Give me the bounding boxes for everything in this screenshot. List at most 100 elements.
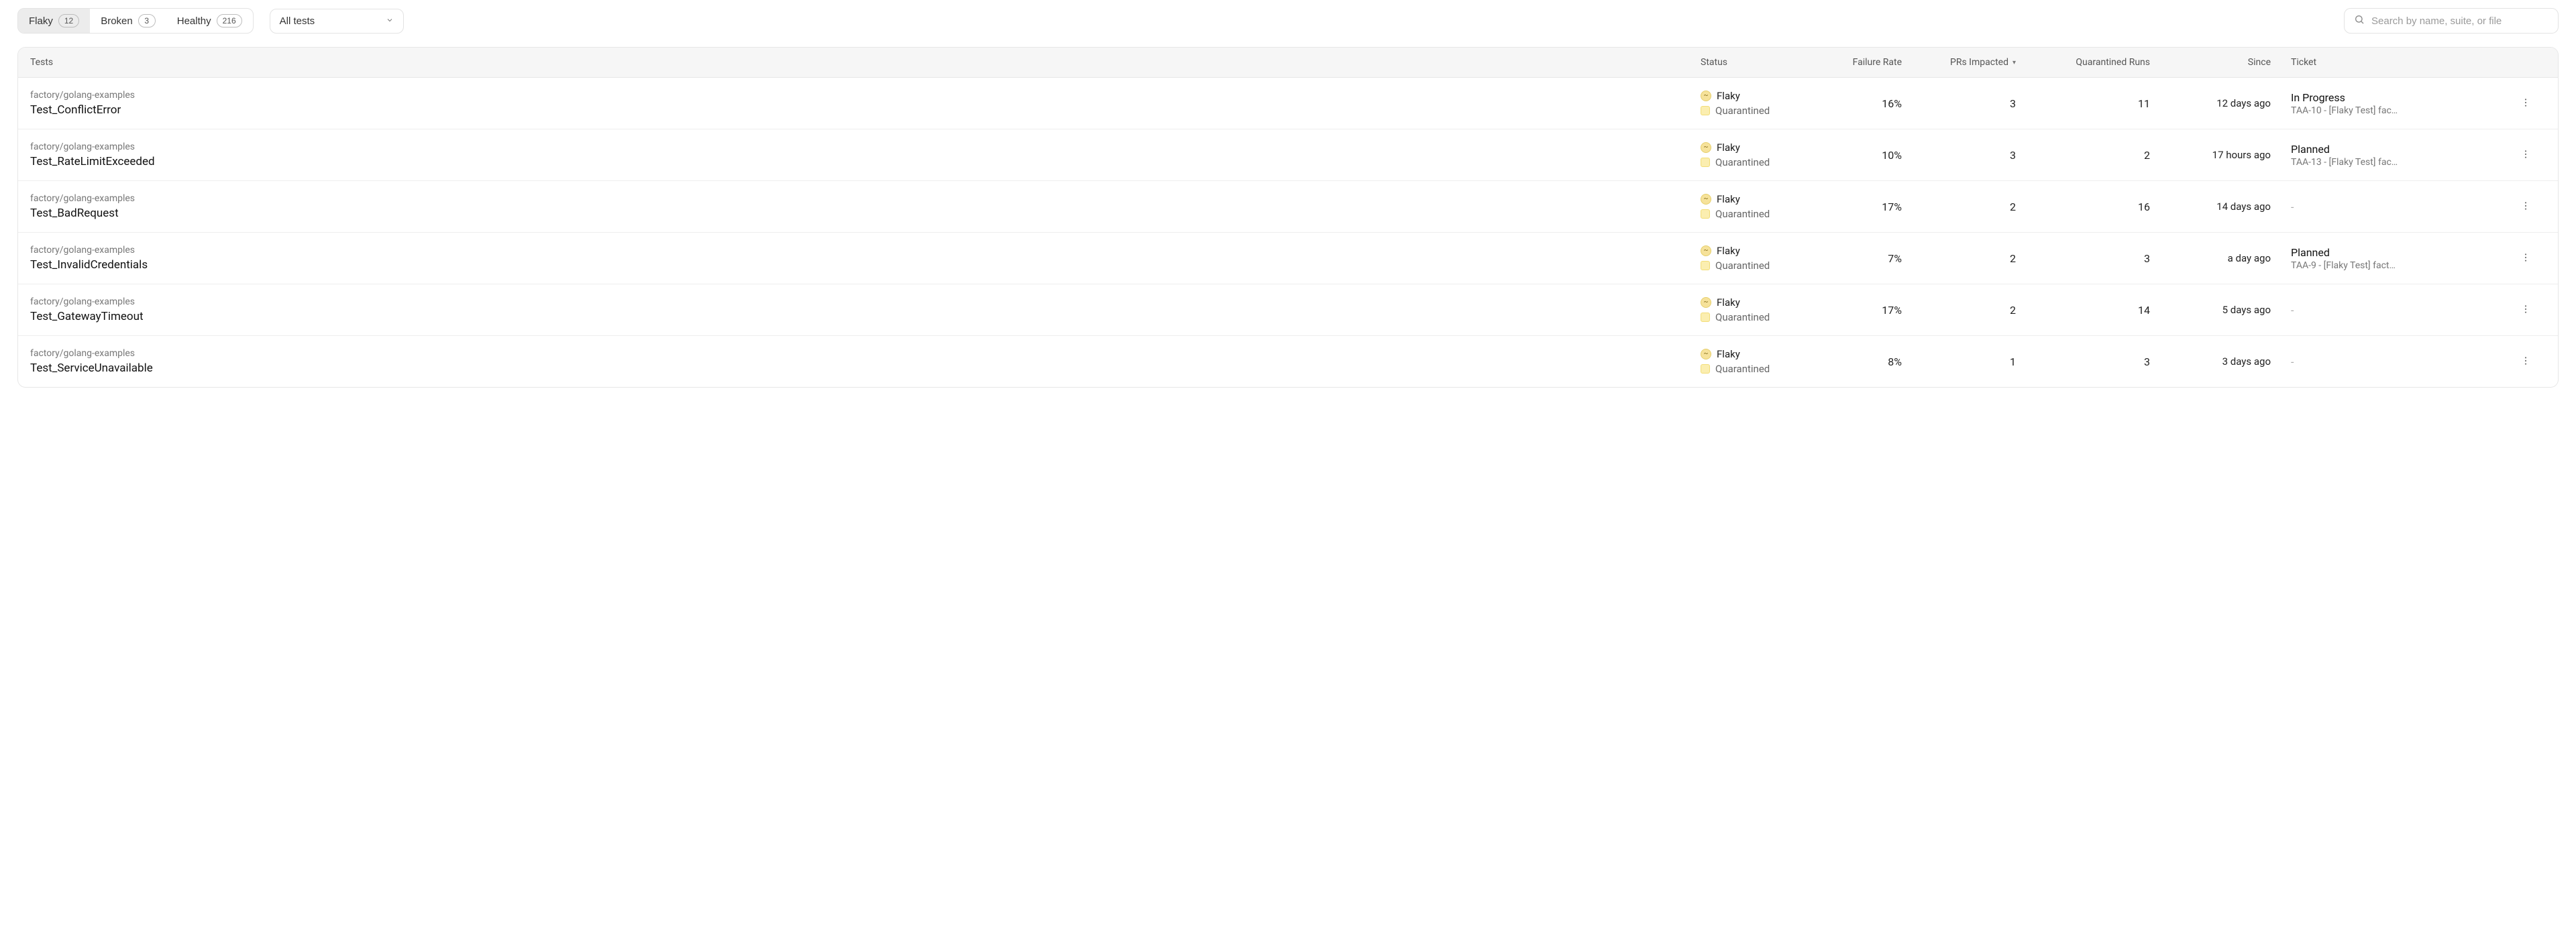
row-actions — [2506, 197, 2546, 217]
prs-impacted-value: 3 — [1922, 149, 2036, 162]
since-value: a day ago — [2170, 252, 2291, 264]
test-path: factory/golang-examples — [30, 142, 1701, 152]
flaky-icon: ~ — [1701, 91, 1711, 101]
test-cell: factory/golang-examplesTest_GatewayTimeo… — [30, 296, 1701, 323]
row-menu-button[interactable] — [2516, 197, 2535, 217]
filter-tab-label: Flaky — [29, 15, 53, 27]
col-quarantined-runs[interactable]: Quarantined Runs — [2036, 57, 2170, 68]
failure-rate-value: 7% — [1821, 252, 1922, 265]
failure-rate-value: 8% — [1821, 355, 1922, 368]
filter-tab-count: 12 — [58, 14, 79, 27]
row-actions — [2506, 93, 2546, 114]
since-value: 14 days ago — [2170, 201, 2291, 213]
quarantined-icon — [1701, 313, 1710, 322]
table-row[interactable]: factory/golang-examplesTest_GatewayTimeo… — [18, 284, 2558, 336]
failure-rate-value: 17% — [1821, 304, 1922, 317]
flaky-icon: ~ — [1701, 349, 1711, 359]
ticket-status: In Progress — [2291, 91, 2506, 104]
search-icon — [2354, 14, 2365, 27]
test-path: factory/golang-examples — [30, 90, 1701, 101]
col-failure-rate[interactable]: Failure Rate — [1821, 57, 1922, 68]
test-name: Test_InvalidCredentials — [30, 258, 1701, 272]
row-menu-button[interactable] — [2516, 145, 2535, 166]
quarantined-icon — [1701, 106, 1710, 115]
ticket-status: Planned — [2291, 246, 2506, 259]
test-cell: factory/golang-examples Test_ServiceUnava… — [30, 348, 1701, 375]
ticket-cell[interactable]: PlannedTAA-9 - [Flaky Test] fact… — [2291, 246, 2506, 271]
test-path: factory/golang-examples — [30, 296, 1701, 307]
filter-segmented-control: Flaky 12 Broken3 Healthy 216 — [17, 8, 254, 34]
col-status[interactable]: Status — [1701, 57, 1821, 68]
test-cell: factory/golang-examples Test_RateLimitExc… — [30, 142, 1701, 168]
ticket-cell[interactable]: In ProgressTAA-10 - [Flaky Test] fac… — [2291, 91, 2506, 116]
prs-impacted-value: 3 — [1922, 97, 2036, 110]
status-cell: ~ Flaky Quarantined — [1701, 90, 1821, 117]
quarantined-icon — [1701, 261, 1710, 270]
status-cell: ~FlakyQuarantined — [1701, 142, 1821, 168]
quarantined-runs-value: 3 — [2036, 355, 2170, 368]
flaky-icon: ~ — [1701, 194, 1711, 205]
col-prs-impacted[interactable]: PRs Impacted ▾ — [1922, 57, 2036, 68]
table-row[interactable]: factory/golang-examples Test_ConflictErro… — [18, 78, 2558, 129]
row-menu-button[interactable] — [2516, 93, 2535, 114]
table-row[interactable]: factory/golang-examples Test_ServiceUnava… — [18, 336, 2558, 387]
failure-rate-value: 17% — [1821, 201, 1922, 213]
filter-tab-flaky[interactable]: Flaky 12 — [18, 9, 90, 33]
filter-tab-label: Healthy — [177, 15, 211, 27]
test-name: Test_RateLimitExceeded — [30, 155, 1701, 168]
quarantined-icon — [1701, 158, 1710, 167]
row-actions — [2506, 248, 2546, 269]
search-box[interactable] — [2344, 8, 2559, 34]
flaky-icon: ~ — [1701, 142, 1711, 153]
ticket-cell[interactable]: PlannedTAA-13 - [Flaky Test] fac… — [2291, 143, 2506, 168]
test-path: factory/golang-examples — [30, 348, 1701, 359]
status-flaky-label: Flaky — [1717, 348, 1740, 360]
test-cell: factory/golang-examples Test_BadRequest — [30, 193, 1701, 220]
filter-tab-count: 216 — [217, 14, 242, 27]
col-ticket[interactable]: Ticket — [2291, 57, 2506, 68]
ticket-cell: - — [2291, 201, 2506, 213]
row-actions — [2506, 145, 2546, 166]
table-row[interactable]: factory/golang-examples Test_RateLimitExc… — [18, 129, 2558, 181]
table-row[interactable]: factory/golang-examples Test_BadRequest~ F… — [18, 181, 2558, 233]
row-menu-button[interactable] — [2516, 248, 2535, 269]
row-actions — [2506, 300, 2546, 321]
quarantined-icon — [1701, 209, 1710, 219]
status-cell: ~FlakyQuarantined — [1701, 296, 1821, 323]
test-cell: factory/golang-examplesTest_InvalidCrede… — [30, 245, 1701, 272]
status-quarantined-label: Quarantined — [1715, 363, 1770, 375]
status-flaky-label: Flaky — [1717, 142, 1740, 154]
ticket-empty: - — [2291, 355, 2506, 368]
status-flaky-label: Flaky — [1717, 193, 1740, 205]
ticket-cell: - — [2291, 304, 2506, 317]
table-row[interactable]: factory/golang-examplesTest_InvalidCrede… — [18, 233, 2558, 284]
row-menu-button[interactable] — [2516, 351, 2535, 372]
test-name: Test_ServiceUnavailable — [30, 361, 1701, 375]
prs-impacted-value: 1 — [1922, 355, 2036, 368]
since-value: 17 hours ago — [2170, 149, 2291, 161]
ticket-empty: - — [2291, 201, 2506, 213]
status-quarantined-label: Quarantined — [1715, 208, 1770, 220]
col-tests[interactable]: Tests — [30, 57, 1701, 68]
test-name: Test_BadRequest — [30, 207, 1701, 220]
quarantined-runs-value: 2 — [2036, 149, 2170, 162]
status-flaky-label: Flaky — [1717, 90, 1740, 102]
scope-select[interactable]: All tests — [270, 9, 404, 34]
status-quarantined-label: Quarantined — [1715, 105, 1770, 117]
scope-select-label: All tests — [280, 15, 315, 27]
filter-tab-broken[interactable]: Broken3 — [90, 9, 166, 33]
chevron-down-icon — [386, 15, 394, 27]
filter-tab-healthy[interactable]: Healthy 216 — [166, 9, 253, 33]
top-bar: Flaky 12 Broken3 Healthy 216 All tests — [17, 8, 2559, 34]
test-path: factory/golang-examples — [30, 193, 1701, 204]
ticket-cell: - — [2291, 355, 2506, 368]
flaky-icon: ~ — [1701, 245, 1711, 256]
row-menu-button[interactable] — [2516, 300, 2535, 321]
table-header: Tests Status Failure Rate PRs Impacted ▾… — [18, 48, 2558, 78]
search-input[interactable] — [2371, 15, 2548, 27]
test-name: Test_ConflictError — [30, 103, 1701, 117]
col-since[interactable]: Since — [2170, 57, 2291, 68]
ticket-status: Planned — [2291, 143, 2506, 156]
sort-desc-icon: ▾ — [2012, 59, 2016, 66]
quarantined-runs-value: 14 — [2036, 304, 2170, 317]
